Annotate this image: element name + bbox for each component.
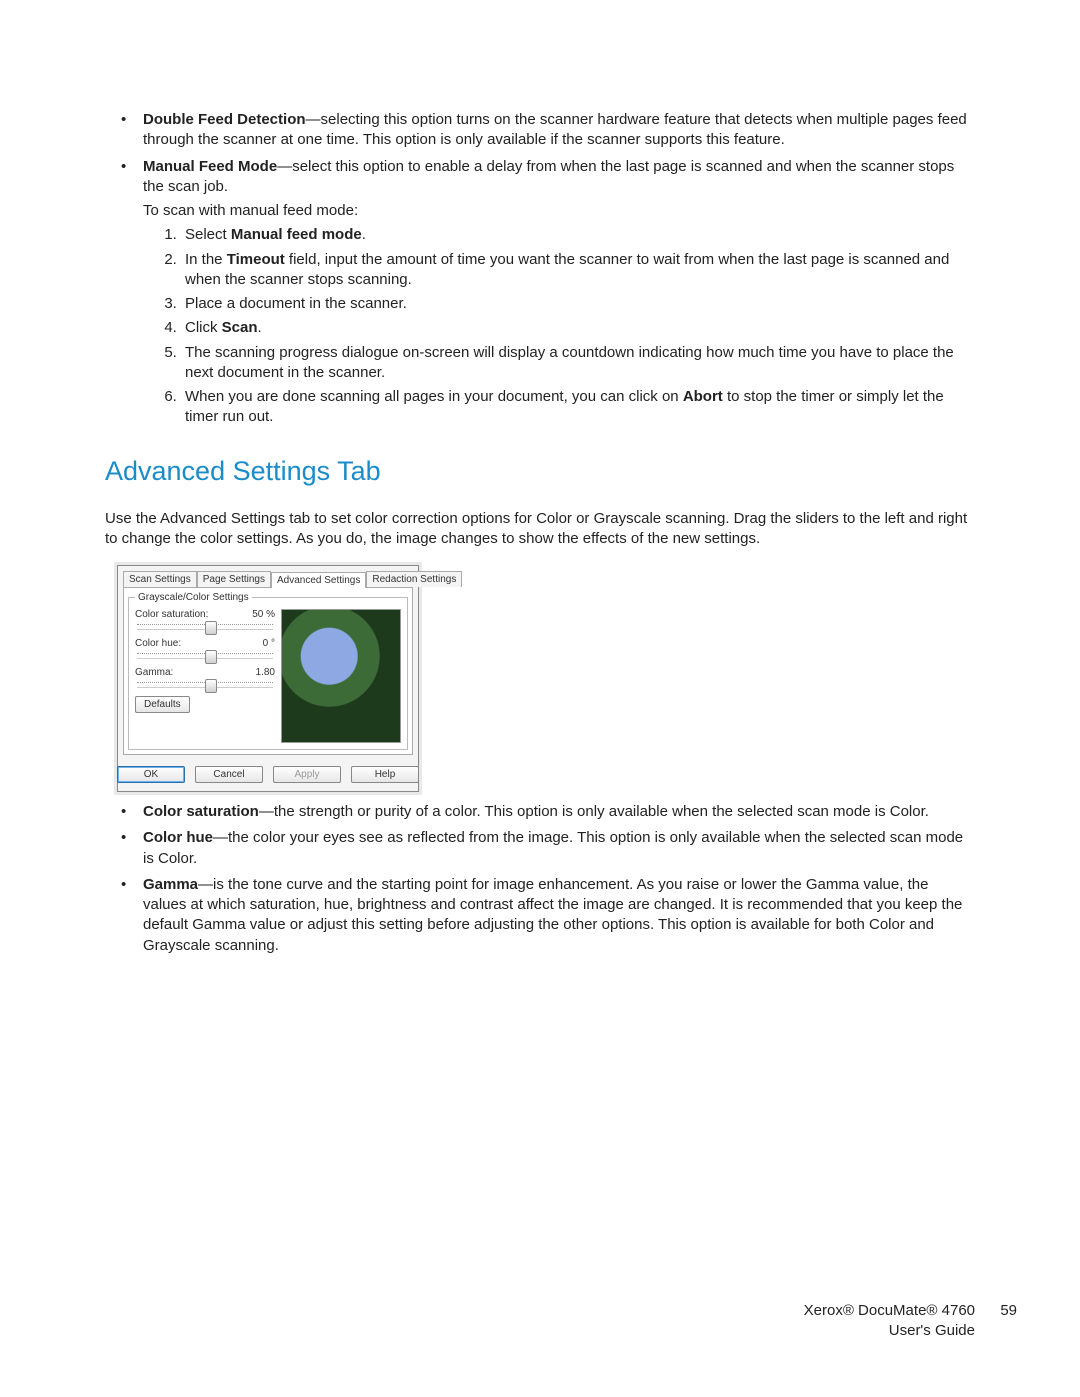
mfm-sub: To scan with manual feed mode: (143, 201, 975, 221)
grayscale-color-group: Grayscale/Color Settings Color saturatio… (128, 592, 408, 750)
step-4: Click Scan. (181, 318, 975, 338)
bullet-dfd: Double Feed Detection—selecting this opt… (105, 110, 975, 151)
help-button[interactable]: Help (351, 766, 419, 783)
step-5: The scanning progress dialogue on-screen… (181, 343, 975, 384)
dialog-buttons: OK Cancel Apply Help (118, 760, 418, 791)
tab-body: Grayscale/Color Settings Color saturatio… (123, 587, 413, 755)
tab-advanced-settings[interactable]: Advanced Settings (271, 572, 366, 588)
hue-slider[interactable] (137, 653, 273, 659)
page-footer: Xerox® DocuMate® 4760 User's Guide 59 (804, 1301, 975, 1342)
footer-line1: Xerox® DocuMate® 4760 (804, 1301, 975, 1321)
term: Manual Feed Mode (143, 158, 277, 175)
slider-gamma: Gamma: 1.80 (135, 667, 275, 688)
document-page: Double Feed Detection—selecting this opt… (0, 0, 1080, 1397)
defaults-button[interactable]: Defaults (135, 696, 190, 713)
bullet-hue: Color hue—the color your eyes see as ref… (105, 828, 975, 869)
ok-button[interactable]: OK (117, 766, 185, 783)
gamma-slider[interactable] (137, 682, 273, 688)
tab-redaction-settings[interactable]: Redaction Settings (366, 571, 462, 587)
bullet-list-top: Double Feed Detection—selecting this opt… (105, 110, 975, 428)
settings-dialog: Scan Settings Page Settings Advanced Set… (117, 565, 419, 792)
sliders-col: Color saturation: 50 % Color hue: 0 ° Gamm… (135, 609, 275, 743)
bullet-gamma: Gamma—is the tone curve and the starting… (105, 875, 975, 956)
slider-hue: Color hue: 0 ° (135, 638, 275, 659)
term: Double Feed Detection (143, 111, 306, 128)
label: Color hue: (135, 638, 181, 649)
step-3: Place a document in the scanner. (181, 294, 975, 314)
value: 1.80 (256, 667, 275, 678)
footer-line2: User's Guide (804, 1321, 975, 1341)
value: 0 ° (263, 638, 275, 649)
page-number: 59 (1000, 1301, 1017, 1321)
value: 50 % (252, 609, 275, 620)
group-legend: Grayscale/Color Settings (135, 592, 252, 603)
bullet-saturation: Color saturation—the strength or purity … (105, 802, 975, 822)
step-1: Select Manual feed mode. (181, 225, 975, 245)
section-heading: Advanced Settings Tab (105, 456, 975, 487)
tab-scan-settings[interactable]: Scan Settings (123, 571, 197, 587)
step-2: In the Timeout field, input the amount o… (181, 250, 975, 291)
bullet-list-bottom: Color saturation—the strength or purity … (105, 802, 975, 956)
tab-strip: Scan Settings Page Settings Advanced Set… (118, 566, 418, 587)
step-6: When you are done scanning all pages in … (181, 387, 975, 428)
bullet-mfm: Manual Feed Mode—select this option to e… (105, 157, 975, 428)
apply-button[interactable]: Apply (273, 766, 341, 783)
saturation-slider[interactable] (137, 624, 273, 630)
preview-image (281, 609, 401, 743)
cancel-button[interactable]: Cancel (195, 766, 263, 783)
label: Gamma: (135, 667, 173, 678)
tab-page-settings[interactable]: Page Settings (197, 571, 271, 587)
mfm-steps: Select Manual feed mode. In the Timeout … (143, 225, 975, 427)
lead-paragraph: Use the Advanced Settings tab to set col… (105, 509, 975, 550)
slider-saturation: Color saturation: 50 % (135, 609, 275, 630)
label: Color saturation: (135, 609, 208, 620)
